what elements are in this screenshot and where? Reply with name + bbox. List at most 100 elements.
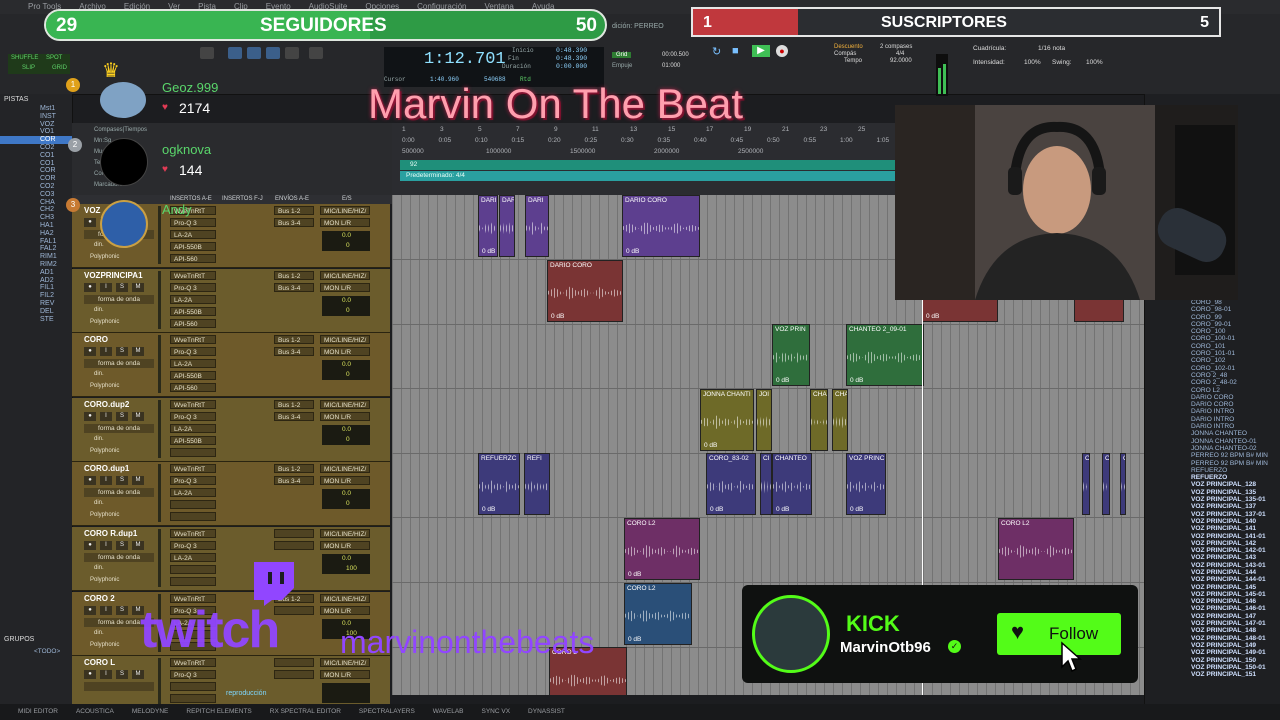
clip-list-item[interactable]: VOZ PRINCIPAL_142-01: [1145, 547, 1280, 554]
track-name[interactable]: CORO L: [84, 658, 148, 667]
play-icon[interactable]: ▶: [752, 45, 770, 57]
track-lane[interactable]: REFUERZC 0 dB REFI CORO_83-02 0 dB CI CHANTEO 0…: [392, 453, 1144, 519]
clip-list-item[interactable]: CORO_101-01: [1145, 350, 1280, 357]
grabber-tool-icon[interactable]: [266, 47, 280, 59]
clip-list-item[interactable]: VOZ PRINCIPAL_144: [1145, 569, 1280, 576]
pencil-tool-icon[interactable]: [309, 47, 323, 59]
solo-button[interactable]: S: [116, 670, 128, 680]
clip-list-item[interactable]: CORO_101: [1145, 343, 1280, 350]
track-list-item[interactable]: VO1: [0, 128, 72, 136]
track-strip[interactable]: CORO.dup1 ● I S Mforma de onda din. Polyphonic…: [72, 462, 390, 527]
input-button[interactable]: I: [100, 411, 112, 421]
clip-list-item[interactable]: JONNA CHANTEO-01: [1145, 438, 1280, 445]
audio-clip[interactable]: CHA: [832, 388, 848, 451]
clip-list-item[interactable]: CORO 2_48: [1145, 372, 1280, 379]
insert-slot[interactable]: WveTnRtT: [170, 529, 216, 538]
dyn-selector[interactable]: din.: [94, 500, 124, 508]
track-name[interactable]: CORO 2: [84, 594, 148, 603]
insert-slot[interactable]: API-560: [170, 318, 216, 328]
duracion-value[interactable]: 0:00.000: [556, 63, 587, 70]
audio-clip[interactable]: DARIO CORO 0 dB: [622, 195, 700, 257]
insert-slot[interactable]: [170, 682, 216, 692]
scrubber-tool-icon[interactable]: [285, 47, 299, 59]
pan-value[interactable]: 0: [322, 241, 370, 251]
track-list-item[interactable]: CH2: [0, 206, 72, 214]
io-selector[interactable]: MIC/LINE/HIZ/: [320, 270, 370, 280]
input-button[interactable]: I: [100, 670, 112, 680]
rec-button[interactable]: ●: [84, 411, 96, 421]
clip-list-item[interactable]: DARIO INTRO: [1145, 416, 1280, 423]
bottom-tab[interactable]: SYNC VX: [482, 708, 511, 715]
audio-clip[interactable]: DARIO CORO 0 dB: [547, 259, 623, 322]
io-selector[interactable]: MIC/LINE/HIZ/: [320, 464, 370, 474]
dyn-selector[interactable]: din.: [94, 565, 124, 573]
bottom-tab[interactable]: MIDI EDITOR: [18, 708, 58, 715]
tempo-ruler[interactable]: 92: [400, 160, 895, 170]
io-selector[interactable]: MIC/LINE/HIZ/: [320, 206, 370, 215]
pan-value[interactable]: 0: [322, 306, 370, 316]
audio-clip[interactable]: VOZ PRIN 0 dB: [772, 324, 810, 387]
send-slot[interactable]: Bus 3-4: [274, 282, 314, 292]
clip-list-item[interactable]: VOZ PRINCIPAL_148-01: [1145, 635, 1280, 642]
rec-button[interactable]: ●: [84, 476, 96, 486]
send-slot[interactable]: Bus 3-4: [274, 218, 314, 227]
dyn-selector[interactable]: din.: [94, 630, 124, 638]
insert-slot[interactable]: LA-2A: [170, 359, 216, 369]
audio-clip[interactable]: C: [1120, 453, 1126, 516]
io-selector[interactable]: MIC/LINE/HIZ/: [320, 399, 370, 409]
track-list-item[interactable]: FAL2: [0, 245, 72, 253]
clip-list-item[interactable]: VOZ PRINCIPAL_151: [1145, 671, 1280, 678]
audio-clip[interactable]: CHANTEO 0 dB: [772, 453, 812, 516]
clip-list-item[interactable]: VOZ PRINCIPAL_137: [1145, 503, 1280, 510]
clip-list-item[interactable]: VOZ PRINCIPAL_149: [1145, 642, 1280, 649]
intensity-value[interactable]: 100%: [1024, 59, 1041, 66]
io-selector[interactable]: MON L/R: [320, 347, 370, 357]
track-list-item[interactable]: COR: [0, 136, 72, 144]
clip-list-item[interactable]: CORO_99-01: [1145, 321, 1280, 328]
clip-list-item[interactable]: JONNA CHANTEO: [1145, 430, 1280, 437]
clip-list-item[interactable]: REFUERZO: [1145, 467, 1280, 474]
dyn-selector[interactable]: [94, 694, 124, 702]
mute-button[interactable]: M: [132, 347, 144, 357]
audio-clip[interactable]: CORO_83-02 0 dB: [706, 453, 756, 516]
clip-list-item[interactable]: VOZ PRINCIPAL_135-01: [1145, 496, 1280, 503]
insert-slot[interactable]: Pro-Q 3: [170, 541, 216, 550]
elastic-audio-selector[interactable]: Polyphonic: [90, 254, 150, 262]
track-list-item[interactable]: DEL: [0, 308, 72, 316]
track-strip[interactable]: VOZPRINCIPA1 ● I S Mforma de onda din. Polypho…: [72, 268, 390, 333]
clip-list-item[interactable]: DARIO INTRO: [1145, 423, 1280, 430]
quantize-value[interactable]: 1/16 nota: [1038, 45, 1065, 52]
track-strip[interactable]: CORO ● I S Mforma de onda din. Polyphonic WveTn…: [72, 333, 390, 398]
audio-clip[interactable]: C: [1102, 453, 1110, 516]
insert-slot[interactable]: API-560: [170, 383, 216, 393]
clip-list-item[interactable]: DARIO INTRO: [1145, 408, 1280, 415]
clip-list-item[interactable]: VOZ PRINCIPAL_147: [1145, 613, 1280, 620]
track-list-item[interactable]: CO3: [0, 191, 72, 199]
track-list-item[interactable]: RIM2: [0, 261, 72, 269]
insert-slot[interactable]: WveTnRtT: [170, 399, 216, 409]
mode-spot-button[interactable]: SPOT: [46, 55, 62, 61]
bottom-tab[interactable]: RX SPECTRAL EDITOR: [270, 708, 341, 715]
clip-list-item[interactable]: VOZ PRINCIPAL_146-01: [1145, 605, 1280, 612]
input-button[interactable]: I: [100, 541, 112, 550]
track-list-item[interactable]: FIL2: [0, 292, 72, 300]
send-slot[interactable]: Bus 1-2: [274, 464, 314, 474]
clip-list-item[interactable]: VOZ PRINCIPAL_143: [1145, 554, 1280, 561]
pan-value[interactable]: 0: [322, 499, 370, 509]
track-list-item[interactable]: Mst1: [0, 105, 72, 113]
elastic-audio-selector[interactable]: Polyphonic: [90, 383, 150, 391]
clip-list-item[interactable]: JONNA CHANTEO-02: [1145, 445, 1280, 452]
insert-slot[interactable]: API-550B: [170, 435, 216, 445]
pan-value[interactable]: 0: [322, 435, 370, 445]
rec-button[interactable]: ●: [84, 541, 96, 550]
insert-slot[interactable]: Pro-Q 3: [170, 347, 216, 357]
audio-clip[interactable]: DARI 0 dB: [478, 195, 498, 257]
groups-item[interactable]: <TODO>: [34, 648, 60, 655]
insert-slot[interactable]: API-550B: [170, 371, 216, 381]
audio-clip[interactable]: DAR: [499, 195, 515, 257]
clip-list-item[interactable]: DARIO CORO: [1145, 401, 1280, 408]
grid-value[interactable]: 00:00.500: [662, 52, 689, 58]
clip-list-item[interactable]: VOZ PRINCIPAL_137-01: [1145, 511, 1280, 518]
track-list-item[interactable]: AD1: [0, 269, 72, 277]
audio-clip[interactable]: JONNA CHANTI 0 dB: [700, 388, 754, 451]
